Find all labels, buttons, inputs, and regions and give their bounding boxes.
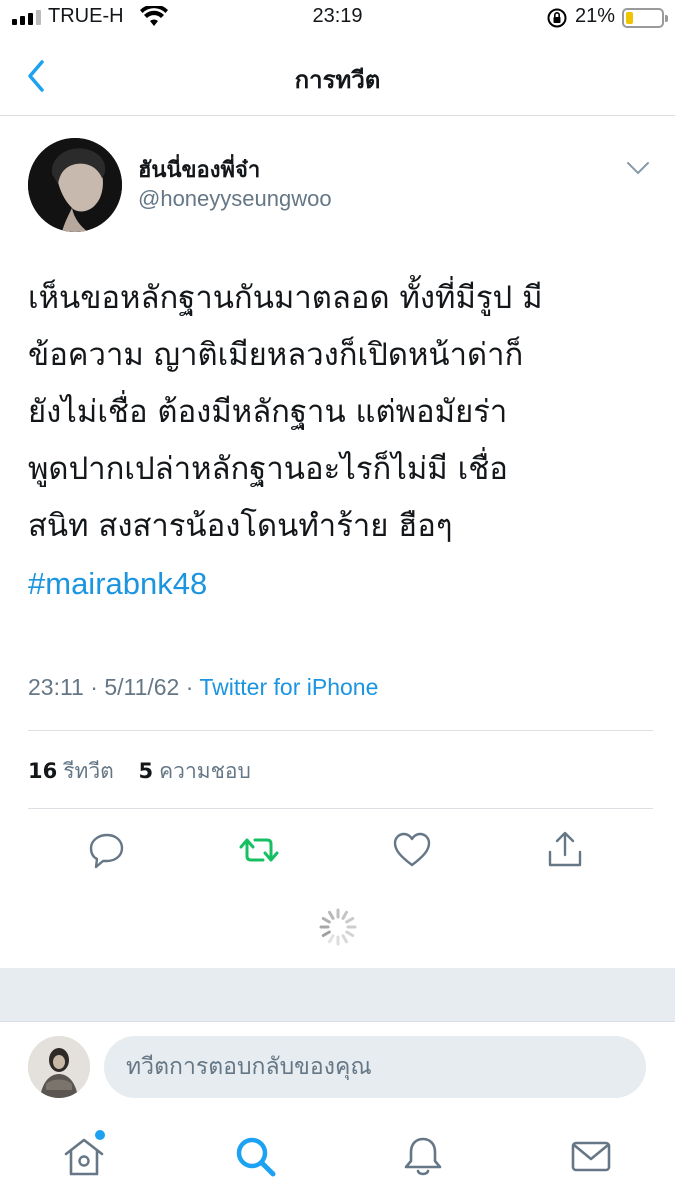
- chevron-down-icon[interactable]: [626, 160, 650, 176]
- tweet-line: ข้อความ ญาติเมียหลวงก็เปิดหน้าด่าก็: [28, 337, 524, 373]
- home-badge: [95, 1130, 105, 1140]
- like-icon[interactable]: [392, 830, 432, 870]
- tweet-date: 5/11/62: [104, 674, 180, 700]
- meta-separator: ·: [185, 674, 194, 700]
- tweet-line: พูดปากเปล่าหลักฐานอะไรก็ไม่มี เชื่อ: [28, 451, 508, 487]
- meta-separator: ·: [90, 674, 98, 700]
- messages-icon[interactable]: [569, 1134, 613, 1178]
- home-icon[interactable]: [62, 1134, 106, 1178]
- retweets-count: 16: [28, 759, 58, 783]
- tweet-line: สนิท สงสารน้องโดนทำร้าย ฮือๆ: [28, 508, 453, 544]
- clock: 23:19: [312, 5, 363, 27]
- tweet-source-link[interactable]: Twitter for iPhone: [199, 674, 378, 700]
- tweet-time: 23:11: [28, 674, 84, 700]
- divider: [28, 730, 653, 731]
- notifications-icon[interactable]: [401, 1134, 445, 1178]
- user-handle[interactable]: @honeyyseungwoo: [138, 186, 332, 212]
- tweet-meta: 23:11 · 5/11/62 · Twitter for iPhone: [28, 674, 378, 701]
- loading-spinner-icon: [319, 908, 357, 946]
- likes-stat[interactable]: 5 ความชอบ: [138, 759, 250, 783]
- avatar[interactable]: [28, 138, 122, 232]
- tweet-line: เห็นขอหลักฐานกันมาตลอด ทั้งที่มีรูป มี: [28, 280, 543, 316]
- page-title: การทวีต: [294, 66, 381, 94]
- retweets-stat[interactable]: 16 รีทวีต: [28, 759, 120, 783]
- retweets-label: รีทวีต: [63, 759, 114, 783]
- share-icon[interactable]: [545, 830, 585, 870]
- battery-icon: [622, 8, 668, 28]
- hashtag-link[interactable]: #mairabnk48: [28, 555, 653, 612]
- display-name[interactable]: ฮันนี่ของพี่จ๋า: [138, 152, 260, 187]
- battery-percent: 21%: [575, 5, 616, 27]
- my-avatar[interactable]: [28, 1036, 90, 1098]
- reply-input[interactable]: ทวีตการตอบกลับของคุณ: [104, 1036, 646, 1098]
- section-separator: [0, 968, 675, 1022]
- retweet-icon[interactable]: [239, 830, 279, 870]
- battery-fill: [626, 12, 633, 24]
- tweet-actions: [0, 830, 675, 870]
- search-icon[interactable]: [233, 1134, 277, 1178]
- reply-icon[interactable]: [87, 830, 127, 870]
- nav-bar: การทวีต: [0, 36, 675, 116]
- tweet-line: ยังไม่เชื่อ ต้องมีหลักฐาน แต่พอมัยร่า: [28, 394, 508, 430]
- tweet-text: เห็นขอหลักฐานกันมาตลอด ทั้งที่มีรูป มี ข…: [28, 270, 653, 612]
- tab-bar: [0, 1124, 675, 1200]
- rotation-lock-icon: [547, 8, 567, 28]
- tweet-stats: 16 รีทวีต 5 ความชอบ: [28, 755, 269, 788]
- likes-count: 5: [138, 759, 154, 783]
- likes-label: ความชอบ: [159, 759, 251, 783]
- divider: [28, 808, 653, 809]
- status-bar: TRUE-H 23:19 21%: [0, 0, 675, 36]
